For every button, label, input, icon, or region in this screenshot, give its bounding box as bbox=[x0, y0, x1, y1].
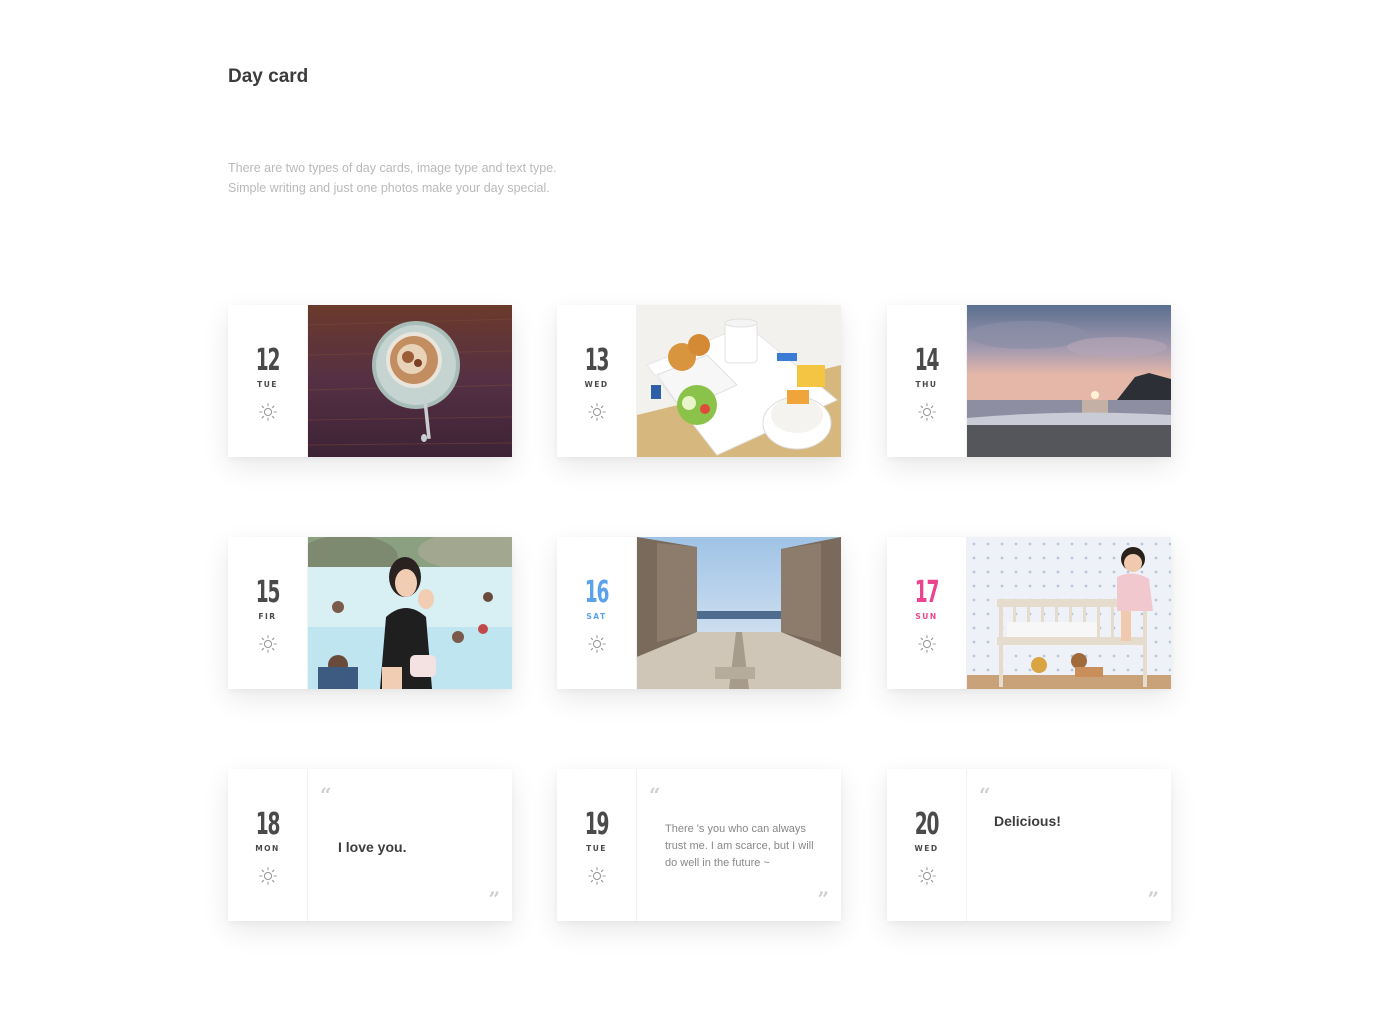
day-number: 14 bbox=[914, 343, 940, 378]
date-column: 13 WED bbox=[557, 305, 637, 457]
card-photo-plaza[interactable] bbox=[637, 537, 841, 689]
page-title: Day card bbox=[228, 66, 309, 87]
day-card-19[interactable]: 19 TUE “ There 's you who can always tru… bbox=[557, 769, 841, 921]
card-note: There 's you who can always trust me. I … bbox=[665, 823, 814, 869]
day-card-15[interactable]: 15 FIR bbox=[228, 537, 512, 689]
date-column: 12 TUE bbox=[228, 305, 308, 457]
card-note: Delicious! bbox=[994, 813, 1061, 829]
day-card-16[interactable]: 16 SAT bbox=[557, 537, 841, 689]
day-number: 15 bbox=[255, 575, 281, 610]
sun-icon bbox=[588, 403, 606, 421]
weekday-label: FIR bbox=[258, 612, 277, 621]
day-number: 18 bbox=[255, 807, 281, 842]
card-note: I love you. bbox=[338, 839, 407, 855]
weekday-label: SAT bbox=[586, 612, 607, 621]
date-column: 20 WED bbox=[887, 769, 967, 921]
date-column: 17 SUN bbox=[887, 537, 967, 689]
card-photo-pool[interactable] bbox=[308, 537, 512, 689]
card-photo-sunset[interactable] bbox=[967, 305, 1171, 457]
sun-icon bbox=[588, 635, 606, 653]
date-column: 19 TUE bbox=[557, 769, 637, 921]
open-quote-icon: “ bbox=[979, 783, 991, 807]
weekday-label: THU bbox=[915, 380, 938, 389]
day-number: 16 bbox=[584, 575, 610, 610]
sun-icon bbox=[918, 635, 936, 653]
day-number: 19 bbox=[584, 807, 610, 842]
close-quote-icon: ” bbox=[1147, 887, 1159, 911]
quote-area[interactable]: “ Delicious! ” bbox=[967, 769, 1171, 921]
close-quote-icon: ” bbox=[817, 887, 829, 911]
description-line-2: Simple writing and just one photos make … bbox=[228, 181, 550, 195]
card-photo-breakfast[interactable] bbox=[637, 305, 841, 457]
day-card-14[interactable]: 14 THU bbox=[887, 305, 1171, 457]
open-quote-icon: “ bbox=[649, 783, 661, 807]
close-quote-icon: ” bbox=[488, 887, 500, 911]
quote-area[interactable]: “ There 's you who can always trust me. … bbox=[637, 769, 841, 921]
date-column: 18 MON bbox=[228, 769, 308, 921]
sun-icon bbox=[918, 867, 936, 885]
weekday-label: TUE bbox=[257, 380, 278, 389]
day-number: 17 bbox=[914, 575, 940, 610]
quote-area[interactable]: “ I love you. ” bbox=[308, 769, 512, 921]
day-card-18[interactable]: 18 MON “ I love you. ” bbox=[228, 769, 512, 921]
page-description: There are two types of day cards, image … bbox=[228, 158, 557, 198]
day-card-17[interactable]: 17 SUN bbox=[887, 537, 1171, 689]
open-quote-icon: “ bbox=[320, 783, 332, 807]
date-column: 16 SAT bbox=[557, 537, 637, 689]
weekday-label: WED bbox=[914, 844, 939, 853]
day-number: 12 bbox=[255, 343, 281, 378]
day-card-12[interactable]: 12 TUE bbox=[228, 305, 512, 457]
sun-icon bbox=[259, 635, 277, 653]
sun-icon bbox=[588, 867, 606, 885]
sun-icon bbox=[918, 403, 936, 421]
sun-icon bbox=[259, 403, 277, 421]
date-column: 15 FIR bbox=[228, 537, 308, 689]
description-line-1: There are two types of day cards, image … bbox=[228, 161, 557, 175]
date-column: 14 THU bbox=[887, 305, 967, 457]
card-photo-nursery[interactable] bbox=[967, 537, 1171, 689]
day-card-13[interactable]: 13 WED bbox=[557, 305, 841, 457]
weekday-label: SUN bbox=[915, 612, 938, 621]
weekday-label: WED bbox=[584, 380, 609, 389]
day-card-20[interactable]: 20 WED “ Delicious! ” bbox=[887, 769, 1171, 921]
weekday-label: MON bbox=[255, 844, 280, 853]
weekday-label: TUE bbox=[586, 844, 607, 853]
sun-icon bbox=[259, 867, 277, 885]
day-number: 13 bbox=[584, 343, 610, 378]
card-photo-coffee[interactable] bbox=[308, 305, 512, 457]
day-number: 20 bbox=[914, 807, 940, 842]
